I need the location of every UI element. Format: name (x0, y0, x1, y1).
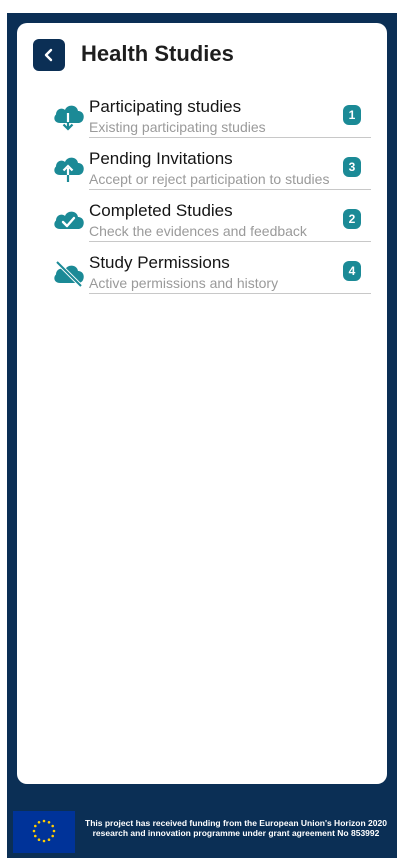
cloud-off-icon (54, 260, 84, 287)
menu-item-texts: Study Permissions Active permissions and… (89, 253, 371, 294)
menu-item-participating-studies[interactable]: Participating studies Existing participa… (51, 97, 371, 149)
cloud-upload-icon (54, 157, 84, 182)
menu-item-pending-invitations[interactable]: Pending Invitations Accept or reject par… (51, 149, 371, 201)
back-button[interactable] (33, 39, 65, 71)
eu-flag-icon (13, 811, 75, 853)
menu-item-title: Completed Studies (89, 201, 233, 220)
menu-item-subtitle: Check the evidences and feedback (89, 223, 307, 239)
menu-item-texts: Completed Studies Check the evidences an… (89, 201, 371, 242)
menu-item-completed-studies[interactable]: Completed Studies Check the evidences an… (51, 201, 371, 253)
menu-item-title: Participating studies (89, 97, 242, 116)
menu-item-title: Pending Invitations (89, 149, 233, 168)
menu-item-subtitle: Accept or reject participation to studie… (89, 171, 330, 187)
funding-footer: This project has received funding from t… (13, 811, 397, 853)
menu-item-title: Study Permissions (89, 253, 230, 272)
count-badge: 1 (343, 105, 361, 125)
menu-item-subtitle: Active permissions and history (89, 275, 279, 291)
page-title: Health Studies (81, 41, 234, 66)
studies-menu: Participating studies Existing participa… (51, 97, 371, 305)
menu-item-texts: Participating studies Existing participa… (89, 97, 371, 138)
count-badge: 4 (343, 261, 361, 281)
menu-item-study-permissions[interactable]: Study Permissions Active permissions and… (51, 253, 371, 305)
cloud-download-icon (54, 105, 84, 131)
menu-item-texts: Pending Invitations Accept or reject par… (89, 149, 371, 190)
menu-item-subtitle: Existing participating studies (89, 119, 266, 135)
main-card: Health Studies Participating studies Exi… (17, 23, 387, 784)
funding-text: This project has received funding from t… (85, 818, 387, 838)
cloud-check-icon (54, 211, 84, 229)
count-badge: 3 (343, 157, 361, 177)
chevron-left-icon (44, 48, 53, 62)
count-badge: 2 (343, 209, 361, 229)
